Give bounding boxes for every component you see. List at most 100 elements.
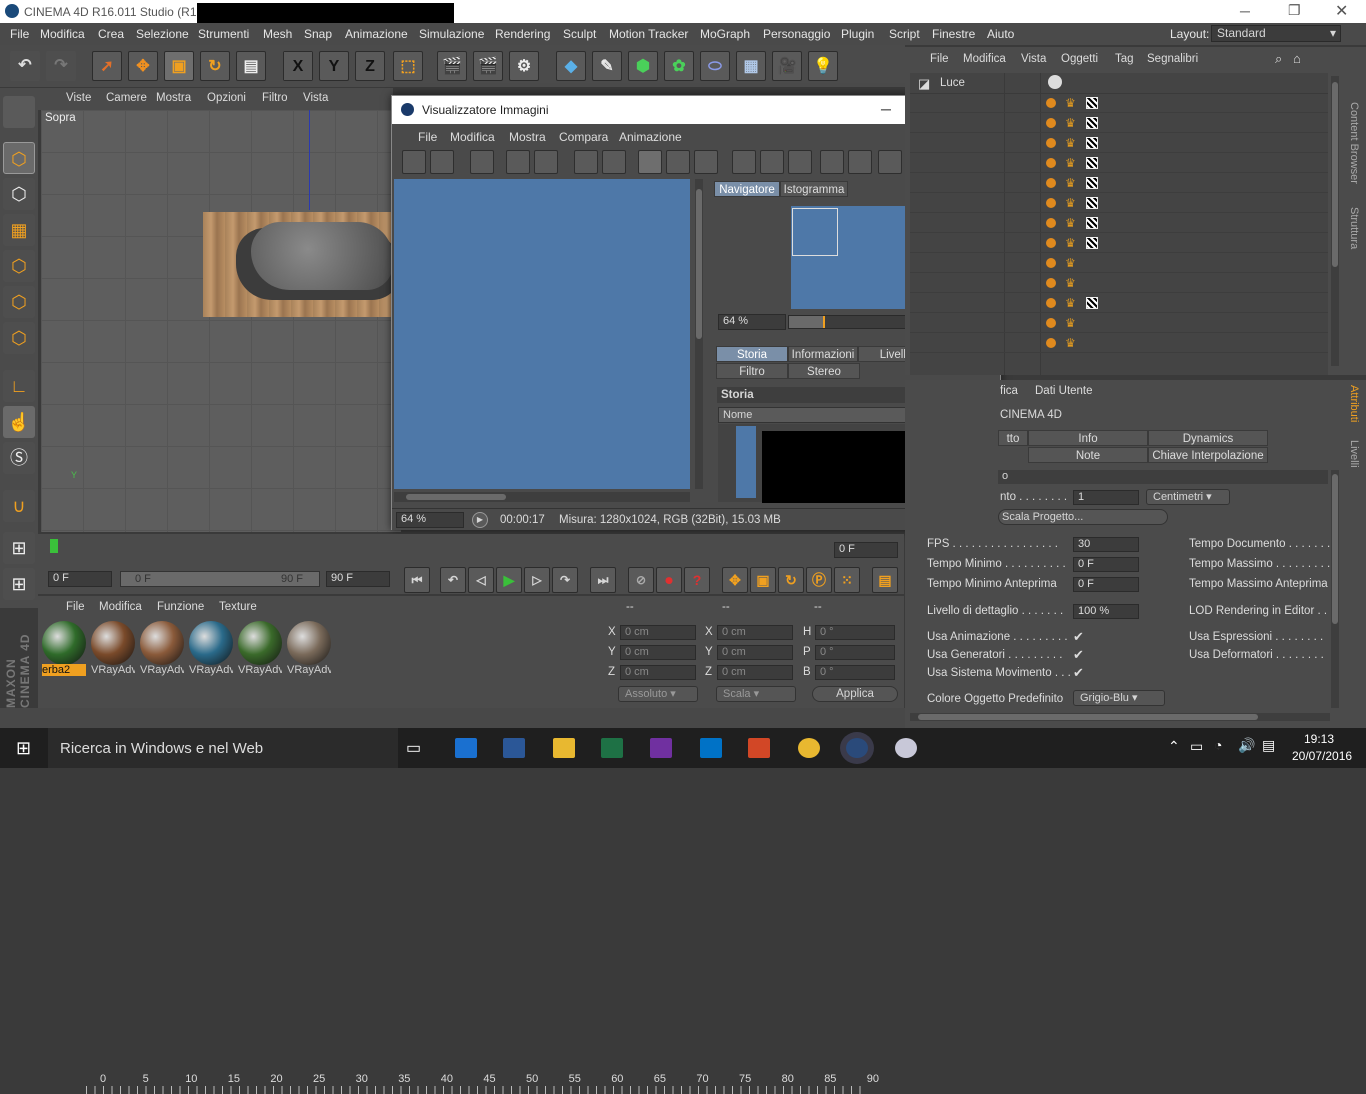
cinema4d-taskbar-icon[interactable] <box>846 738 868 758</box>
viewport-menu-vista[interactable]: Vista <box>303 92 328 104</box>
move-tool-button[interactable]: ✥ <box>128 51 158 81</box>
coord-field[interactable]: 0 cm <box>620 665 696 680</box>
render-picture-viewer-button[interactable]: 🎬 <box>473 51 503 81</box>
material-ball[interactable] <box>238 621 282 665</box>
vray-tag-icon[interactable]: ♛ <box>1065 156 1076 170</box>
pv-menu-animazione[interactable]: Animazione <box>619 130 682 144</box>
vray-tag-icon[interactable]: ♛ <box>1065 216 1076 230</box>
pv-menu-file[interactable]: File <box>418 130 437 144</box>
tab-filtro[interactable]: Filtro <box>716 363 788 379</box>
close-icon[interactable]: ✕ <box>1335 1 1348 21</box>
next-frame-button[interactable]: ▷ <box>524 567 550 593</box>
menu-simulazione[interactable]: Simulazione <box>419 27 484 41</box>
axis-x-button[interactable]: X <box>283 51 313 81</box>
texture-tag-icon[interactable] <box>1086 137 1098 149</box>
wifi-icon[interactable]: ◔ <box>1214 737 1222 753</box>
texture-tag-icon[interactable] <box>1086 237 1098 249</box>
menu-crea[interactable]: Crea <box>98 27 124 41</box>
start-frame-field[interactable]: 0 F <box>48 571 112 587</box>
workplane-button[interactable]: ▦ <box>3 214 35 246</box>
pv-menu-compara[interactable]: Compara <box>559 130 608 144</box>
tray-chevron-icon[interactable]: ⌃ <box>1168 738 1180 755</box>
material-tag-icon[interactable] <box>1046 158 1056 168</box>
menu-rendering[interactable]: Rendering <box>495 27 550 41</box>
om-menu-segnalibri[interactable]: Segnalibri <box>1147 53 1198 65</box>
task-view-icon[interactable]: ▭ <box>406 738 421 758</box>
points-mode-button[interactable]: ⬡ <box>3 250 35 282</box>
time-cursor[interactable] <box>50 539 58 553</box>
texture-tag-icon[interactable] <box>1086 117 1098 129</box>
open-file-button[interactable] <box>402 150 426 174</box>
object-row[interactable]: ♛ <box>910 253 1328 273</box>
object-row[interactable]: ♛ <box>910 193 1328 213</box>
mat-menu-modifica[interactable]: Modifica <box>99 601 142 613</box>
object-row[interactable]: ♛ <box>910 133 1328 153</box>
menu-finestre[interactable]: Finestre <box>932 27 975 41</box>
menu-modifica[interactable]: Modifica <box>40 27 85 41</box>
powerpoint-icon[interactable] <box>748 738 770 758</box>
material-ball[interactable] <box>91 621 135 665</box>
polygons-mode-button[interactable]: ⬡ <box>3 322 35 354</box>
workplane-lock-button[interactable]: ⊞ <box>3 568 35 600</box>
object-row[interactable]: ♛ <box>910 293 1328 313</box>
material-label[interactable]: VRayAdv <box>189 664 233 676</box>
tab-storia[interactable]: Storia <box>716 346 788 362</box>
object-name-luce[interactable]: Luce <box>940 77 965 89</box>
am-menu-dati-utente[interactable]: Dati Utente <box>1035 385 1093 397</box>
material-tag-icon[interactable] <box>1046 218 1056 228</box>
tab-dynamics[interactable]: Dynamics <box>1148 430 1268 446</box>
select-tool-button[interactable]: ➚ <box>92 51 122 81</box>
om-menu-tag[interactable]: Tag <box>1115 53 1134 65</box>
image-vscrollbar[interactable] <box>695 179 703 489</box>
prev-key-button[interactable]: ↶ <box>440 567 466 593</box>
set-a-button[interactable] <box>820 150 844 174</box>
tab-livelli[interactable]: Livelli <box>1348 440 1360 468</box>
battery-icon[interactable]: ▭ <box>1190 738 1203 755</box>
word-icon[interactable] <box>503 738 525 758</box>
menu-personaggio[interactable]: Personaggio <box>763 27 830 41</box>
viewport-top[interactable]: Sopra Y <box>41 110 401 532</box>
material-tag-icon[interactable] <box>1046 318 1056 328</box>
status-zoom-field[interactable]: 64 % <box>396 512 464 528</box>
object-row[interactable]: ♛ <box>910 273 1328 293</box>
texture-mode-button[interactable]: ⬡ <box>3 178 35 210</box>
edges-mode-button[interactable]: ⬡ <box>3 286 35 318</box>
fps-field[interactable]: 30 <box>1073 537 1139 552</box>
material-ball[interactable] <box>42 621 86 665</box>
object-row[interactable]: ♛ <box>910 313 1328 333</box>
play-button[interactable]: ▶ <box>496 567 522 593</box>
record-keys-button[interactable]: ⊘ <box>628 567 654 593</box>
coord-field[interactable]: 0 ° <box>815 625 895 640</box>
light-button[interactable]: 💡 <box>808 51 838 81</box>
vray-tag-icon[interactable]: ♛ <box>1065 136 1076 150</box>
coord-field[interactable]: 0 cm <box>717 625 793 640</box>
mograph-cloner-button[interactable]: ✿ <box>664 51 694 81</box>
viewport-menu-filtro[interactable]: Filtro <box>262 92 288 104</box>
autokey-button[interactable]: ⏺ <box>656 567 682 593</box>
mat-menu-funzione[interactable]: Funzione <box>157 601 204 613</box>
coord-field[interactable]: 0 cm <box>717 665 793 680</box>
tab-chiave-interpolazione[interactable]: Chiave Interpolazione <box>1148 447 1268 463</box>
history-thumbnail[interactable] <box>736 426 756 498</box>
tab-struttura[interactable]: Struttura <box>1348 207 1360 249</box>
make-editable-button[interactable] <box>3 96 35 128</box>
menu-animazione[interactable]: Animazione <box>345 27 408 41</box>
recent-tools-button[interactable]: ▤ <box>236 51 266 81</box>
vray-tag-icon[interactable]: ♛ <box>1065 176 1076 190</box>
axis-mode-button[interactable]: ∟ <box>3 370 35 402</box>
menu-motion-tracker[interactable]: Motion Tracker <box>609 27 688 41</box>
play-icon[interactable]: ▶ <box>472 512 488 528</box>
usa-generatori-checkbox[interactable]: ✔ <box>1073 647 1084 663</box>
navigator-thumbnail[interactable] <box>791 206 921 309</box>
prev-frame-button[interactable]: ◁ <box>468 567 494 593</box>
navigator-view-rect[interactable] <box>792 208 838 256</box>
workplane-grid-button[interactable]: ⊞ <box>3 532 35 564</box>
file-explorer-icon[interactable] <box>553 738 575 758</box>
channel-r-button[interactable] <box>878 150 902 174</box>
rotate-tool-button[interactable]: ↻ <box>200 51 230 81</box>
texture-tag-icon[interactable] <box>1086 177 1098 189</box>
am-hscrollbar[interactable] <box>910 713 1330 721</box>
menu-mograph[interactable]: MoGraph <box>700 27 750 41</box>
nurbs-button[interactable]: ⬢ <box>628 51 658 81</box>
render-image[interactable] <box>394 179 690 489</box>
